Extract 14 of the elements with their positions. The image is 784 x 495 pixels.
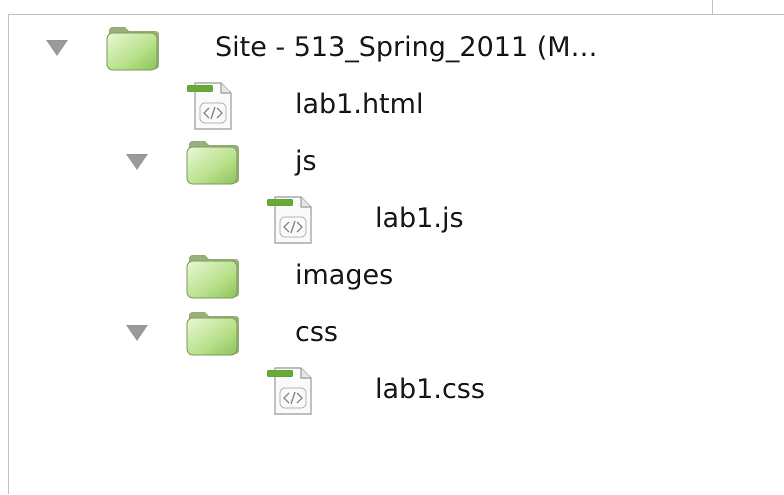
folder-name[interactable]: css (295, 317, 338, 348)
folder-icon (185, 138, 241, 184)
file-name[interactable]: lab1.js (375, 203, 464, 234)
folder-name[interactable]: js (295, 146, 317, 177)
folder-name[interactable]: images (295, 260, 394, 291)
file-name[interactable]: lab1.html (295, 89, 424, 120)
folder-icon (185, 252, 241, 298)
expand-triangle-icon[interactable] (125, 324, 149, 342)
folder-icon (105, 24, 161, 70)
folder-icon (185, 310, 241, 356)
folder-name[interactable]: Site - 513_Spring_2011 (M… (215, 32, 598, 63)
expand-triangle-icon[interactable] (125, 152, 149, 170)
expand-triangle-icon[interactable] (45, 38, 69, 56)
file-name[interactable]: lab1.css (375, 374, 485, 405)
